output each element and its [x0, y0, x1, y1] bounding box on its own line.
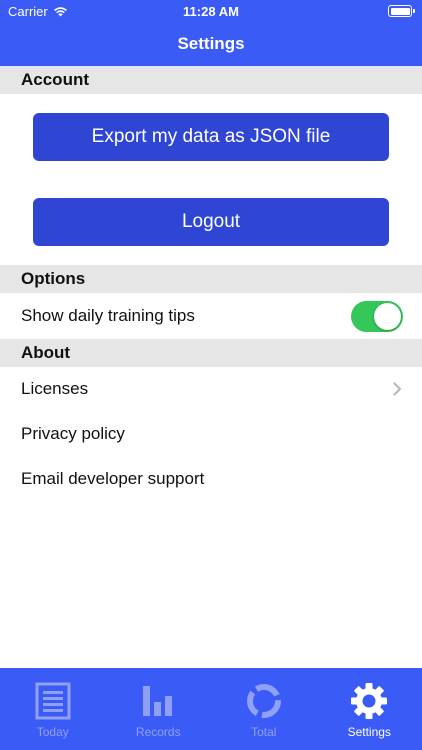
battery-icon — [388, 5, 415, 17]
section-header-options: Options — [0, 265, 422, 293]
daily-tips-label: Show daily training tips — [21, 306, 195, 325]
gear-icon — [351, 683, 388, 719]
bar-chart-icon — [143, 686, 173, 716]
privacy-policy-label: Privacy policy — [21, 424, 125, 443]
chevron-right-icon — [393, 382, 401, 396]
document-icon — [35, 682, 71, 720]
ring-chart-icon — [246, 684, 281, 718]
tab-settings[interactable]: Settings — [317, 668, 422, 750]
header: Carrier 11:28 AM Settings — [0, 0, 422, 66]
status-bar: Carrier 11:28 AM — [0, 0, 422, 22]
licenses-label: Licenses — [21, 379, 89, 398]
privacy-policy-row[interactable]: Privacy policy — [0, 412, 422, 456]
daily-tips-row: Show daily training tips — [0, 294, 422, 338]
daily-tips-toggle[interactable] — [351, 301, 403, 332]
licenses-row[interactable]: Licenses — [0, 367, 422, 411]
export-json-button[interactable]: Export my data as JSON file — [33, 113, 389, 161]
tab-records[interactable]: Records — [106, 668, 212, 750]
tab-today-label: Today — [36, 725, 69, 739]
tab-total-label: Total — [251, 725, 277, 739]
email-support-row[interactable]: Email developer support — [0, 457, 422, 501]
tab-settings-label: Settings — [347, 725, 391, 739]
email-support-label: Email developer support — [21, 469, 205, 488]
tab-today[interactable]: Today — [0, 668, 106, 750]
section-header-account: Account — [0, 66, 422, 94]
logout-button[interactable]: Logout — [33, 198, 389, 246]
section-header-about: About — [0, 339, 422, 367]
toggle-knob — [374, 303, 401, 330]
tab-bar: Today Records Total Settings — [0, 668, 422, 750]
status-time: 11:28 AM — [183, 4, 239, 19]
tab-total[interactable]: Total — [211, 668, 317, 750]
page-title: Settings — [177, 34, 245, 53]
tab-records-label: Records — [135, 725, 181, 739]
